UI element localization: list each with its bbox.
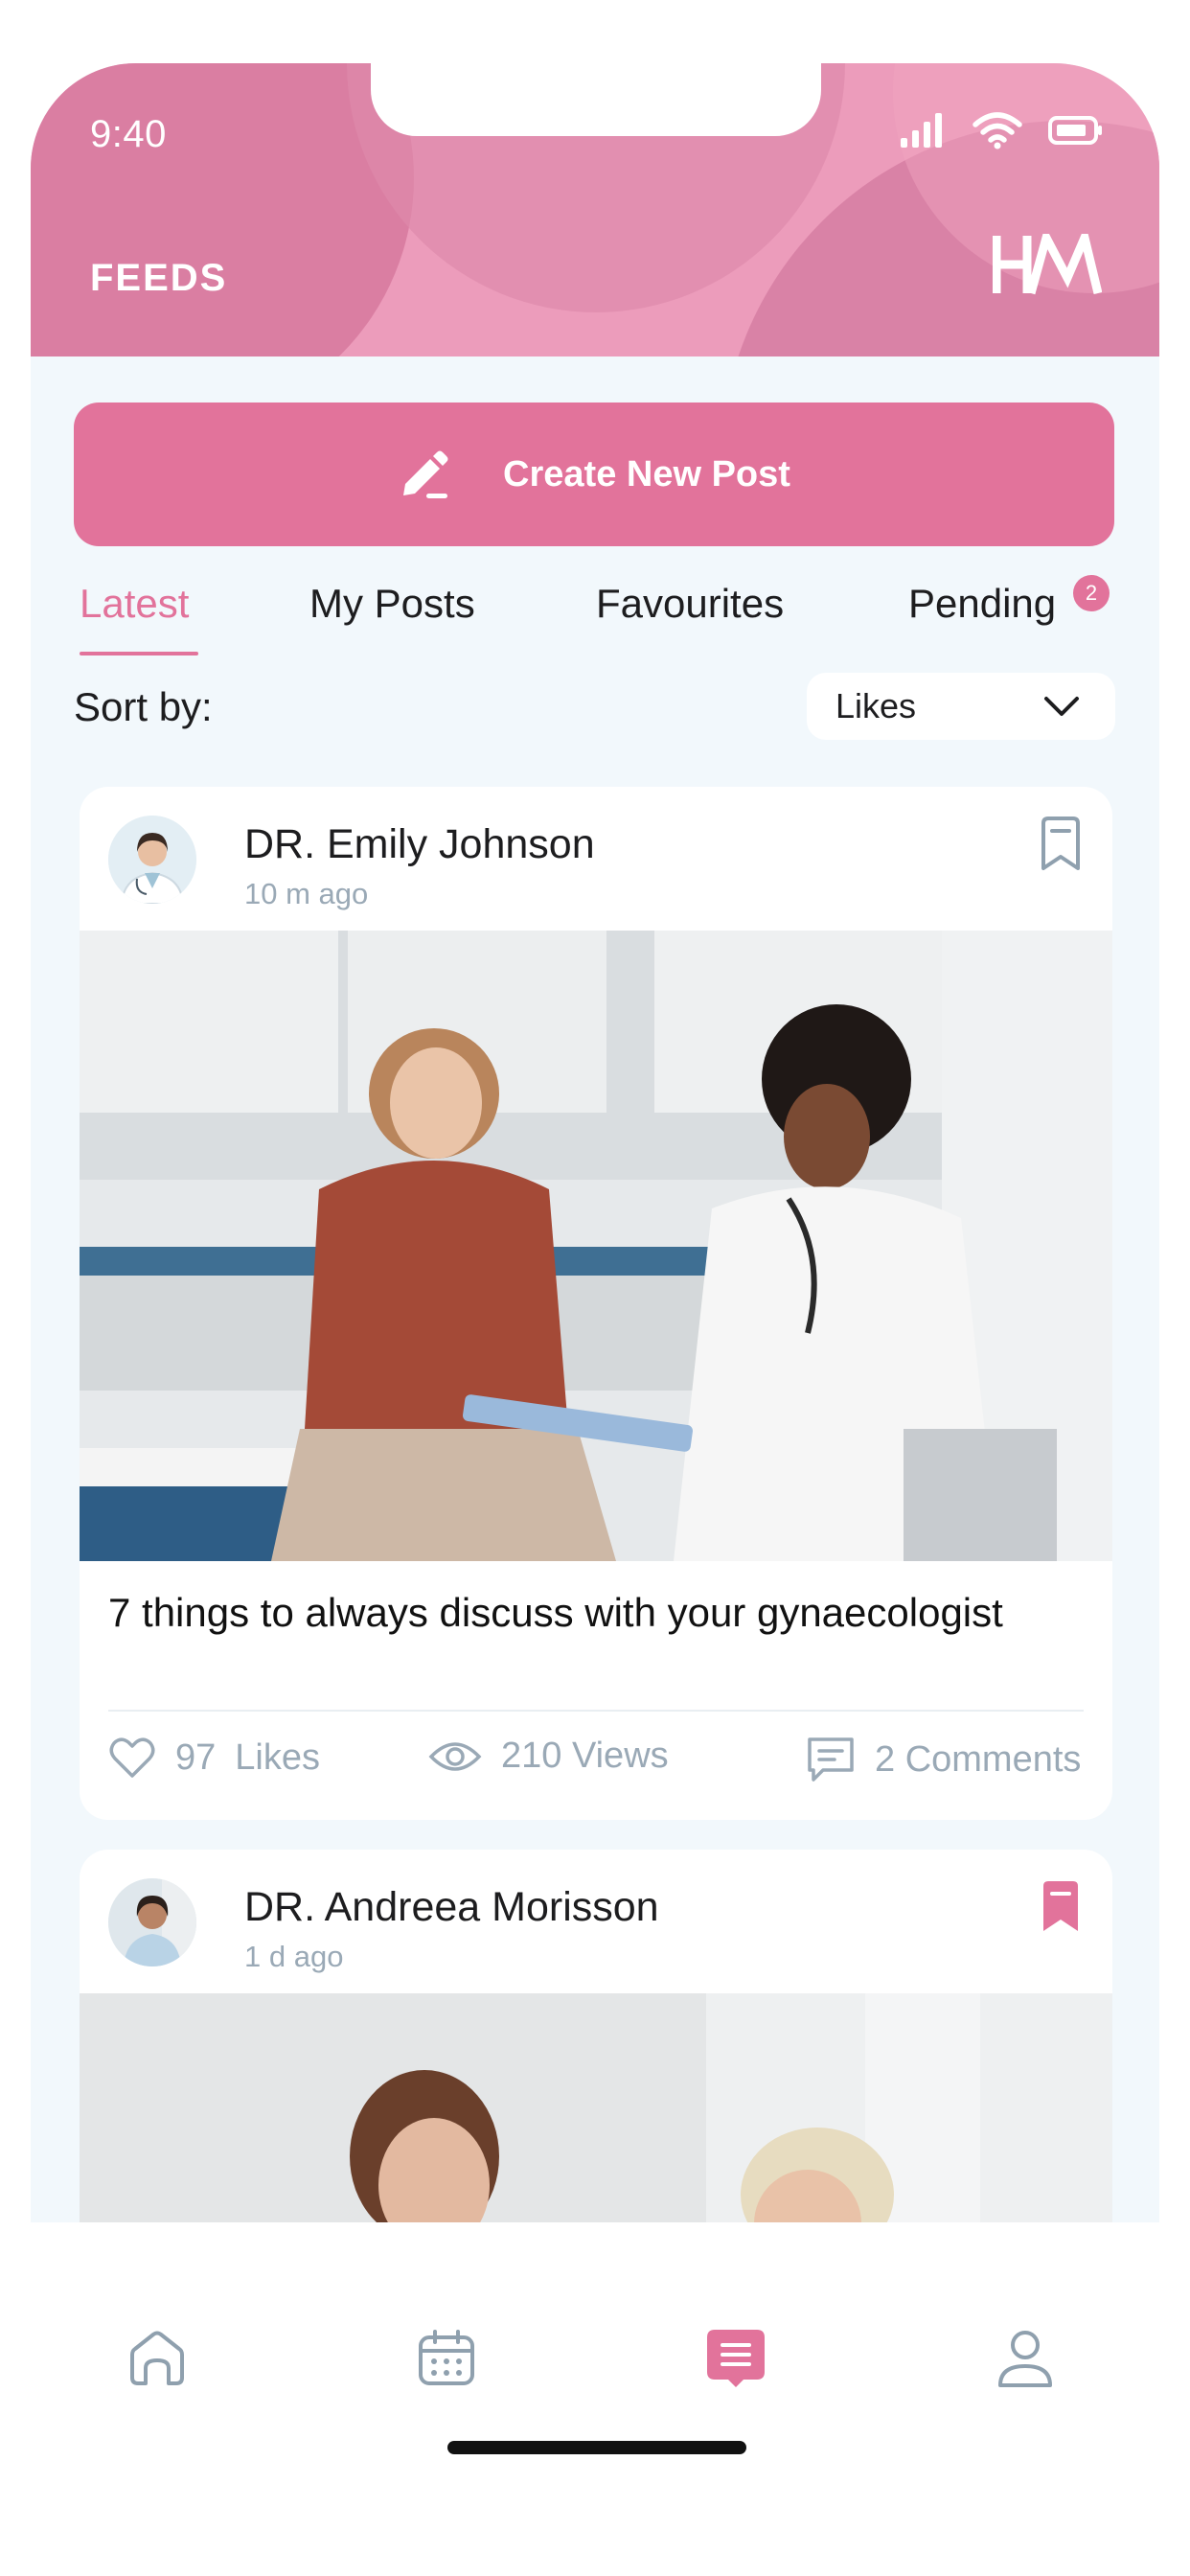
comments-stat[interactable]: 2 Comments: [806, 1736, 1081, 1783]
post-time: 10 m ago: [244, 877, 369, 910]
likes-stat[interactable]: 97 Likes: [108, 1736, 320, 1780]
status-icons: [899, 111, 1104, 150]
post-time: 1 d ago: [244, 1940, 344, 1973]
clinic-consultation-illustration: [80, 931, 1112, 1561]
views-stat: 210 Views: [428, 1736, 669, 1777]
author-avatar[interactable]: [108, 816, 196, 904]
feed-tabs: Latest My Posts Favourites Pending 2: [31, 575, 1159, 667]
create-new-post-label: Create New Post: [503, 453, 790, 494]
author-name[interactable]: DR. Emily Johnson: [244, 821, 595, 868]
header: 9:40 FEEDS: [31, 63, 1159, 356]
notch: [371, 63, 821, 136]
author-avatar[interactable]: [108, 1878, 196, 1966]
sort-dropdown[interactable]: Likes: [807, 673, 1115, 740]
likes-label: Likes: [235, 1736, 320, 1778]
home-indicator: [447, 2441, 746, 2454]
create-new-post-button[interactable]: Create New Post: [74, 402, 1114, 546]
wifi-icon: [973, 112, 1022, 150]
edit-pencil-icon: [403, 450, 448, 498]
battery-icon: [1048, 116, 1102, 145]
tab-latest[interactable]: Latest: [80, 581, 189, 627]
bookmark-icon[interactable]: [1038, 816, 1084, 873]
likes-count: 97: [175, 1736, 217, 1778]
post-stats: 97 Likes 210 Views 2 Comments: [108, 1736, 1084, 1793]
active-tab-indicator: [80, 652, 198, 656]
feed-icon[interactable]: [705, 2328, 767, 2389]
page-title: FEEDS: [90, 257, 228, 299]
post-card[interactable]: DR. Emily Johnson 10 m ago 7 things to a…: [80, 787, 1112, 1820]
home-icon[interactable]: [126, 2328, 188, 2389]
chevron-down-icon: [1044, 697, 1079, 716]
logo-icon: [993, 234, 1102, 295]
calendar-icon[interactable]: [416, 2328, 477, 2389]
card-divider: [108, 1710, 1084, 1712]
post-title[interactable]: 7 things to always discuss with your gyn…: [108, 1590, 1076, 1636]
author-name[interactable]: DR. Andreea Morisson: [244, 1884, 659, 1931]
signal-icon: [901, 113, 942, 148]
tab-favourites[interactable]: Favourites: [596, 581, 784, 627]
eye-icon: [428, 1741, 482, 1771]
bookmark-filled-icon[interactable]: [1038, 1878, 1084, 1936]
heart-icon[interactable]: [108, 1736, 156, 1780]
comment-icon[interactable]: [806, 1736, 856, 1783]
status-time: 9:40: [90, 113, 167, 155]
comments-count: 2 Comments: [875, 1738, 1082, 1780]
tab-my-posts[interactable]: My Posts: [309, 581, 475, 627]
post-image[interactable]: [80, 931, 1112, 1561]
doctor-avatar-icon: [108, 1878, 196, 1966]
profile-icon[interactable]: [995, 2328, 1056, 2389]
pending-count-badge: 2: [1073, 575, 1110, 611]
views-count: 210 Views: [501, 1736, 669, 1776]
phone-screen: 9:40 FEEDS Create New Post Latest My Pos…: [31, 63, 1159, 2576]
sort-value: Likes: [835, 686, 917, 725]
sort-label: Sort by:: [74, 684, 213, 729]
bottom-navigation: [31, 2222, 1159, 2576]
tab-pending[interactable]: Pending: [908, 581, 1056, 627]
doctor-avatar-icon: [108, 816, 196, 904]
